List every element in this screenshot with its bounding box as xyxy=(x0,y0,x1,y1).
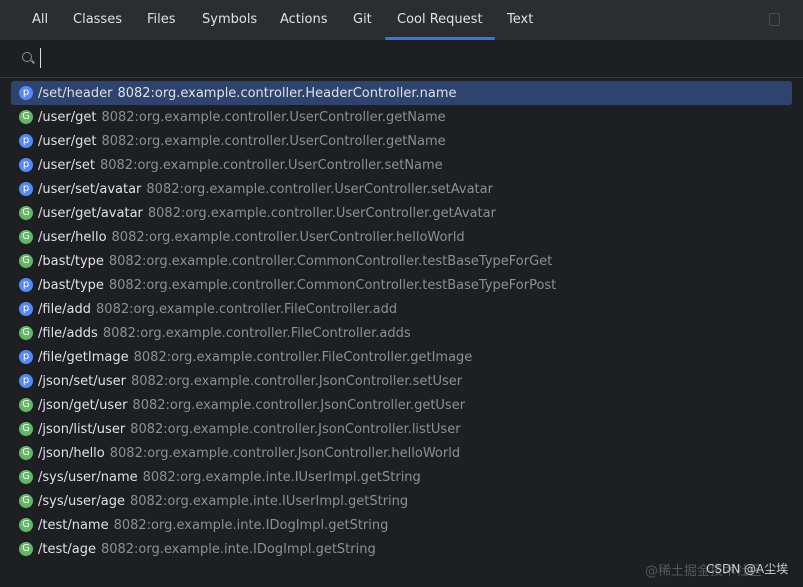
result-target: 8082:org.example.controller.UserControll… xyxy=(101,109,446,125)
result-row[interactable]: G/user/get/avatar 8082:org.example.contro… xyxy=(11,201,792,225)
result-row[interactable]: G/user/get 8082:org.example.controller.Us… xyxy=(11,105,792,129)
watermark-csdn: CSDN @A尘埃 xyxy=(706,562,789,576)
result-row[interactable]: G/sys/user/name 8082:org.example.inte.IUs… xyxy=(11,465,792,489)
get-method-icon: G xyxy=(19,422,33,436)
get-method-icon: G xyxy=(19,494,33,508)
result-row[interactable]: p/bast/type 8082:org.example.controller.C… xyxy=(11,273,792,297)
result-row[interactable]: G/sys/user/age 8082:org.example.inte.IUse… xyxy=(11,489,792,513)
result-target: 8082:org.example.controller.FileControll… xyxy=(96,301,398,317)
result-row[interactable]: G/json/list/user 8082:org.example.control… xyxy=(11,417,792,441)
post-method-icon: p xyxy=(19,374,33,388)
result-path: /user/get xyxy=(38,133,97,149)
result-path: /file/getImage xyxy=(38,349,129,365)
tab-all[interactable]: All xyxy=(32,0,48,40)
result-row[interactable]: p/file/add 8082:org.example.controller.Fi… xyxy=(11,297,792,321)
get-method-icon: G xyxy=(19,470,33,484)
result-row[interactable]: G/user/hello 8082:org.example.controller.… xyxy=(11,225,792,249)
result-target: 8082:org.example.inte.IUserImpl.getStrin… xyxy=(142,469,421,485)
result-path: /test/age xyxy=(38,541,96,557)
result-path: /set/header xyxy=(38,85,113,101)
result-target: 8082:org.example.controller.CommonContro… xyxy=(108,253,553,269)
result-path: /user/set xyxy=(38,157,95,173)
result-row[interactable]: G/file/adds 8082:org.example.controller.F… xyxy=(11,321,792,345)
result-row[interactable]: p/json/set/user 8082:org.example.controll… xyxy=(11,369,792,393)
result-target: 8082:org.example.controller.JsonControll… xyxy=(109,445,461,461)
get-method-icon: G xyxy=(19,542,33,556)
result-row[interactable]: G/json/get/user 8082:org.example.controll… xyxy=(11,393,792,417)
post-method-icon: p xyxy=(19,350,33,364)
result-row[interactable]: p/user/set 8082:org.example.controller.Us… xyxy=(11,153,792,177)
result-target: 8082:org.example.controller.UserControll… xyxy=(146,181,493,197)
post-method-icon: p xyxy=(19,278,33,292)
get-method-icon: G xyxy=(19,326,33,340)
post-method-icon: p xyxy=(19,134,33,148)
result-row[interactable]: G/test/age 8082:org.example.inte.IDogImpl… xyxy=(11,537,792,561)
post-method-icon: p xyxy=(19,158,33,172)
result-path: /sys/user/age xyxy=(38,493,125,509)
result-target: 8082:org.example.controller.UserControll… xyxy=(111,229,465,245)
get-method-icon: G xyxy=(19,446,33,460)
result-row[interactable]: G/bast/type 8082:org.example.controller.C… xyxy=(11,249,792,273)
result-row[interactable]: p/user/set/avatar 8082:org.example.contro… xyxy=(11,177,792,201)
get-method-icon: G xyxy=(19,518,33,532)
result-path: /user/hello xyxy=(38,229,107,245)
result-row[interactable]: p/set/header 8082:org.example.controller.… xyxy=(11,81,792,105)
result-target: 8082:org.example.controller.JsonControll… xyxy=(130,421,461,437)
tab-classes[interactable]: Classes xyxy=(73,0,122,40)
tab-text[interactable]: Text xyxy=(507,0,533,40)
results-list: p/set/header 8082:org.example.controller.… xyxy=(11,81,792,561)
post-method-icon: p xyxy=(19,182,33,196)
result-path: /file/adds xyxy=(38,325,98,341)
get-method-icon: G xyxy=(19,254,33,268)
search-input[interactable] xyxy=(40,48,743,68)
result-path: /bast/type xyxy=(38,253,104,269)
get-method-icon: G xyxy=(19,206,33,220)
result-row[interactable]: G/json/hello 8082:org.example.controller.… xyxy=(11,441,792,465)
result-target: 8082:org.example.inte.IDogImpl.getString xyxy=(113,517,389,533)
get-method-icon: G xyxy=(19,398,33,412)
result-path: /json/hello xyxy=(38,445,105,461)
result-target: 8082:org.example.controller.FileControll… xyxy=(102,325,411,341)
preview-toggle-icon[interactable] xyxy=(769,13,780,26)
result-target: 8082:org.example.controller.CommonContro… xyxy=(108,277,557,293)
result-path: /sys/user/name xyxy=(38,469,138,485)
result-path: /file/add xyxy=(38,301,92,317)
search-bar xyxy=(0,40,803,78)
tab-cool-request[interactable]: Cool Request xyxy=(385,0,495,40)
tab-bar: All Classes Files Symbols Actions Git Cool Req… xyxy=(0,0,803,40)
result-path: /user/get xyxy=(38,109,97,125)
result-target: 8082:org.example.controller.UserControll… xyxy=(99,157,443,173)
tab-git[interactable]: Git xyxy=(353,0,372,40)
result-path: /test/name xyxy=(38,517,109,533)
post-method-icon: p xyxy=(19,86,33,100)
get-method-icon: G xyxy=(19,110,33,124)
result-target: 8082:org.example.controller.UserControll… xyxy=(101,133,446,149)
result-target: 8082:org.example.controller.JsonControll… xyxy=(130,373,463,389)
result-target: 8082:org.example.controller.JsonControll… xyxy=(132,397,466,413)
result-target: 8082:org.example.inte.IUserImpl.getStrin… xyxy=(129,493,409,509)
result-path: /json/set/user xyxy=(38,373,126,389)
get-method-icon: G xyxy=(19,230,33,244)
result-target: 8082:org.example.inte.IDogImpl.getString xyxy=(100,541,376,557)
result-path: /json/list/user xyxy=(38,421,126,437)
result-path: /json/get/user xyxy=(38,397,128,413)
result-path: /bast/type xyxy=(38,277,104,293)
result-row[interactable]: p/user/get 8082:org.example.controller.Us… xyxy=(11,129,792,153)
tab-actions[interactable]: Actions xyxy=(280,0,328,40)
result-target: 8082:org.example.controller.UserControll… xyxy=(147,205,496,221)
result-path: /user/get/avatar xyxy=(38,205,143,221)
result-target: 8082:org.example.controller.FileControll… xyxy=(133,349,473,365)
result-row[interactable]: p/file/getImage 8082:org.example.controll… xyxy=(11,345,792,369)
post-method-icon: p xyxy=(19,302,33,316)
result-target: 8082:org.example.controller.HeaderContro… xyxy=(117,85,457,101)
tab-files[interactable]: Files xyxy=(147,0,176,40)
search-icon xyxy=(22,52,32,62)
result-row[interactable]: G/test/name 8082:org.example.inte.IDogImp… xyxy=(11,513,792,537)
result-path: /user/set/avatar xyxy=(38,181,142,197)
tab-symbols[interactable]: Symbols xyxy=(202,0,257,40)
